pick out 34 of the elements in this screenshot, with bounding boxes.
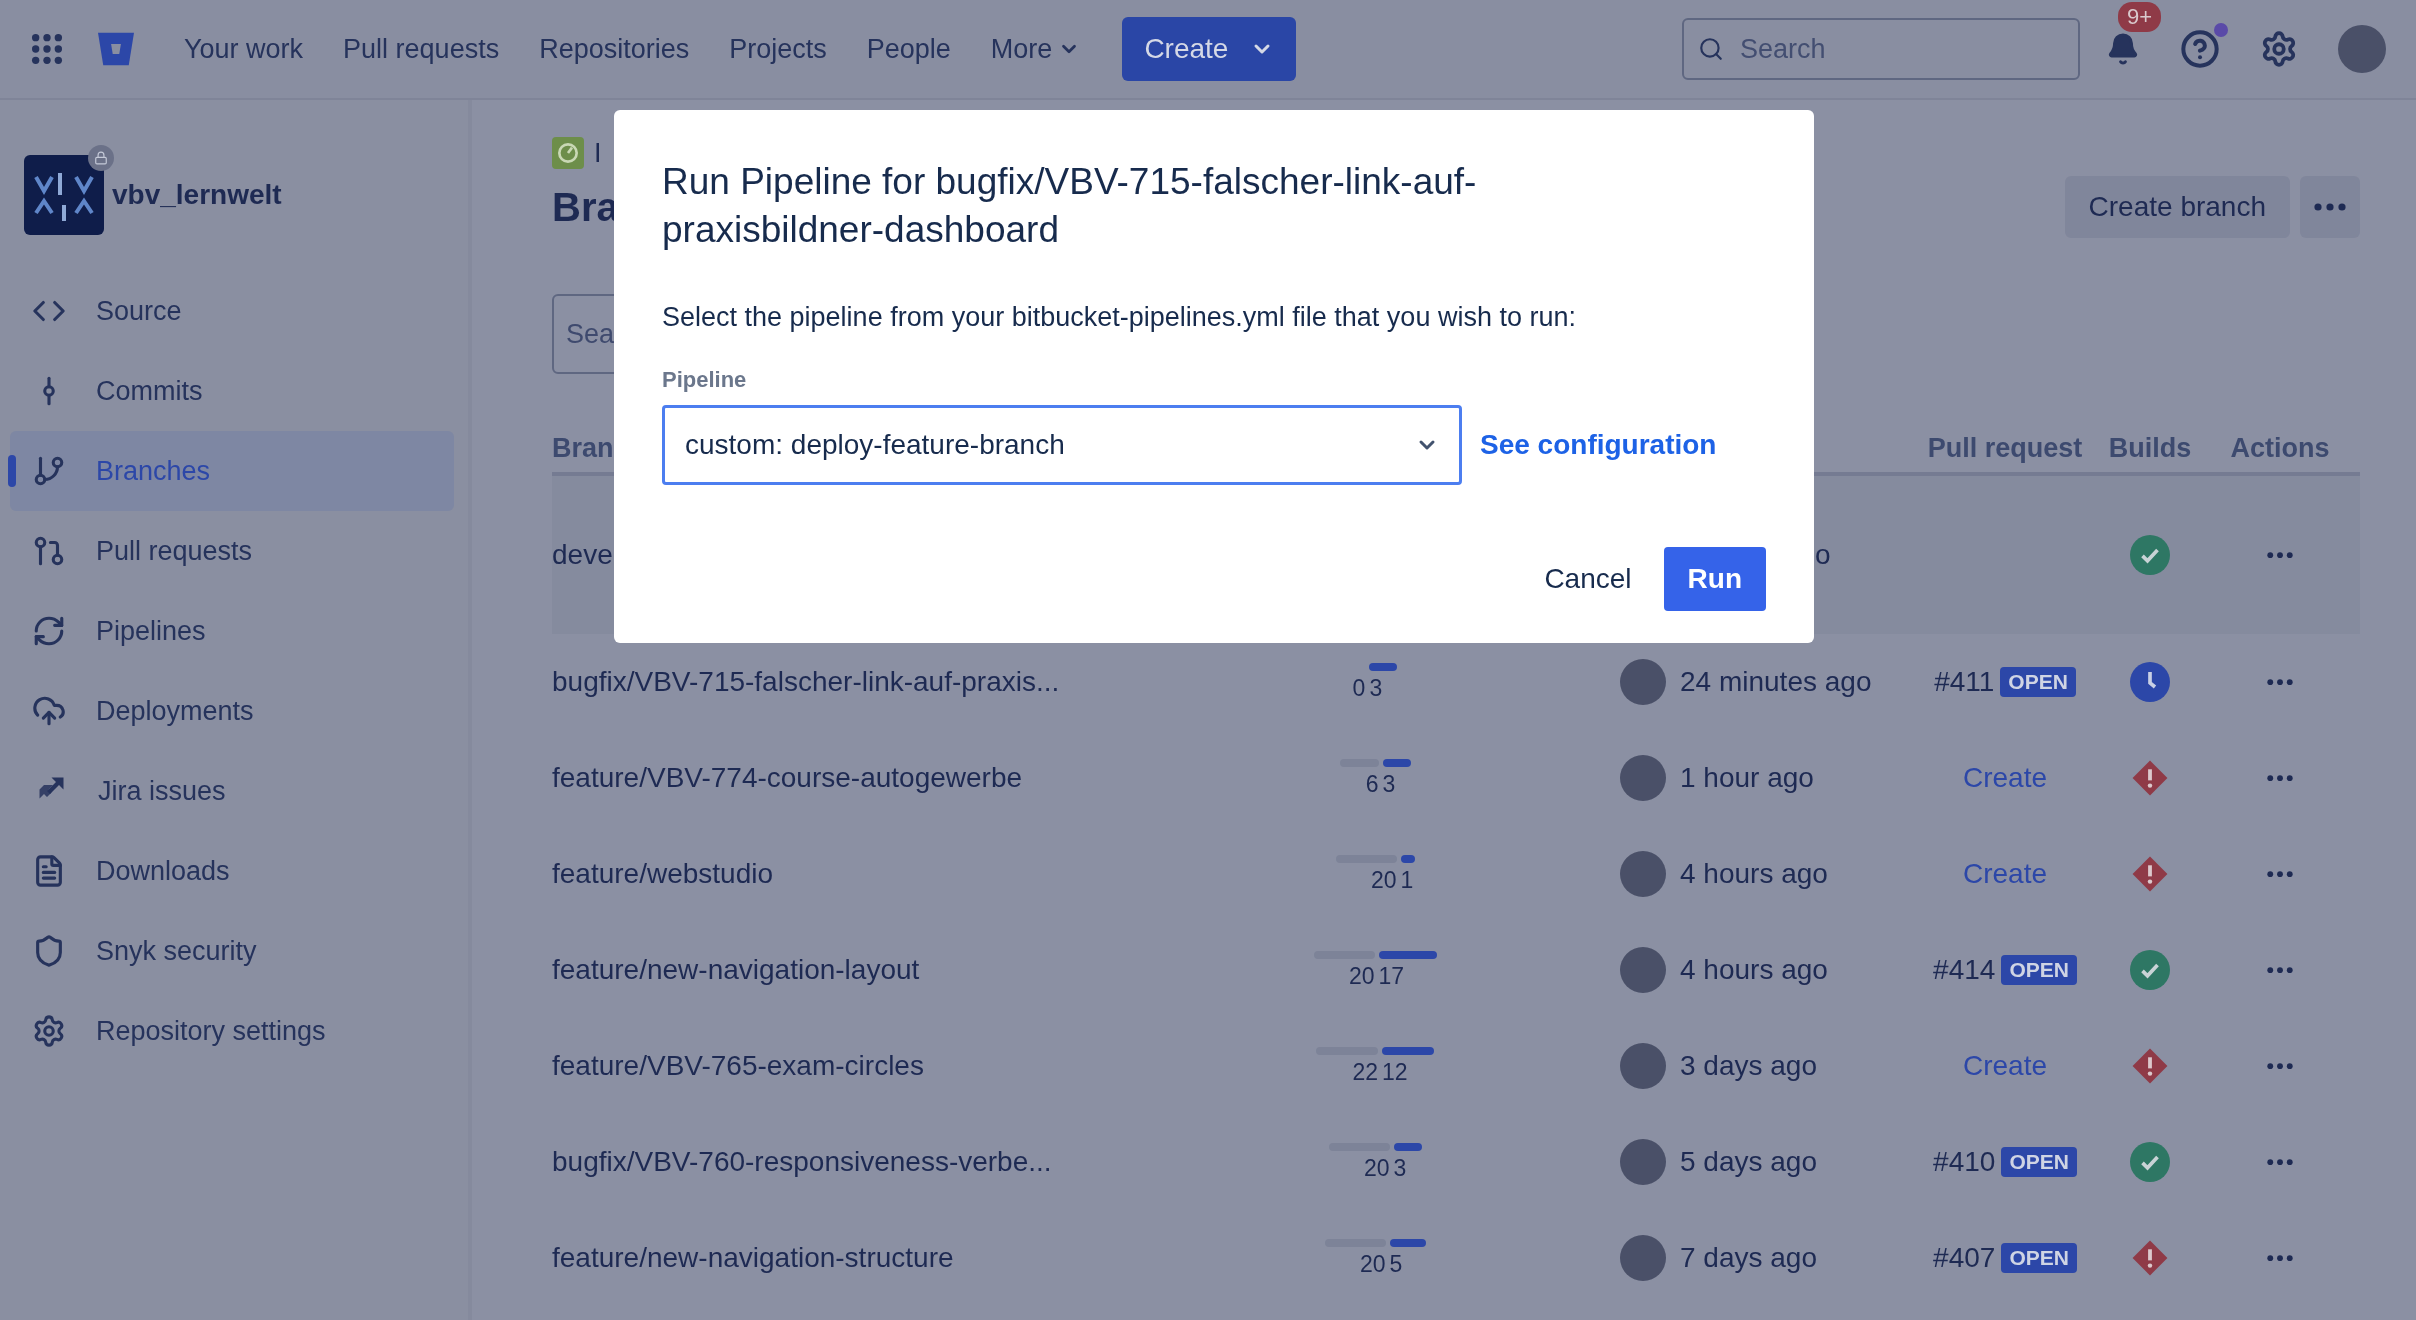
commit-time: 3 days ago (1680, 1050, 1817, 1082)
status-badge: OPEN (2001, 1243, 2077, 1273)
ahead-count: 1 (1400, 866, 1414, 894)
column-header: Actions (2230, 432, 2330, 464)
status-badge: OPEN (2001, 955, 2077, 985)
ahead-count: 5 (1389, 1250, 1403, 1278)
repository-name: vbv_lernwelt (112, 179, 282, 211)
status-badge: OPEN (2000, 667, 2076, 697)
dialog-description: Select the pipeline from your bitbucket-pipelines.yml file that you wish to run: (662, 302, 1577, 333)
commit-time: 7 days ago (1680, 1242, 1817, 1274)
commit-time: 4 hours ago (1680, 858, 1828, 890)
behind-count: 20 (1359, 1250, 1386, 1278)
dialog-title: Run Pipeline for bugfix/VBV-715-falscher-link-auf-praxisbildner-dashboard (662, 160, 1478, 252)
ahead-count: 3 (1393, 1154, 1407, 1182)
status-badge: OPEN (2001, 1147, 2077, 1177)
commit-time: 1 hour ago (1680, 762, 1814, 794)
field-label: Pipeline (662, 367, 748, 393)
behind-count: 20 (1348, 962, 1375, 990)
commit-time: 4 hours ago (1680, 954, 1828, 986)
column-header: Builds (2108, 432, 2192, 464)
behind-count: 0 (1352, 674, 1366, 702)
ahead-count: 12 (1382, 1058, 1408, 1086)
behind-count: 6 (1365, 770, 1379, 798)
column-header: Bran (552, 432, 614, 464)
ahead-count: 3 (1382, 770, 1396, 798)
ahead-count: 3 (1369, 674, 1383, 702)
commit-time: 5 days ago (1680, 1146, 1817, 1178)
behind-count: 20 (1363, 1154, 1390, 1182)
commit-time: o (1815, 539, 1831, 571)
behind-count: 20 (1370, 866, 1397, 894)
notification-count: 9+ (2118, 2, 2162, 32)
commit-time: 24 minutes ago (1680, 666, 1872, 698)
ahead-count: 17 (1378, 962, 1405, 990)
behind-count: 22 (1352, 1058, 1378, 1086)
